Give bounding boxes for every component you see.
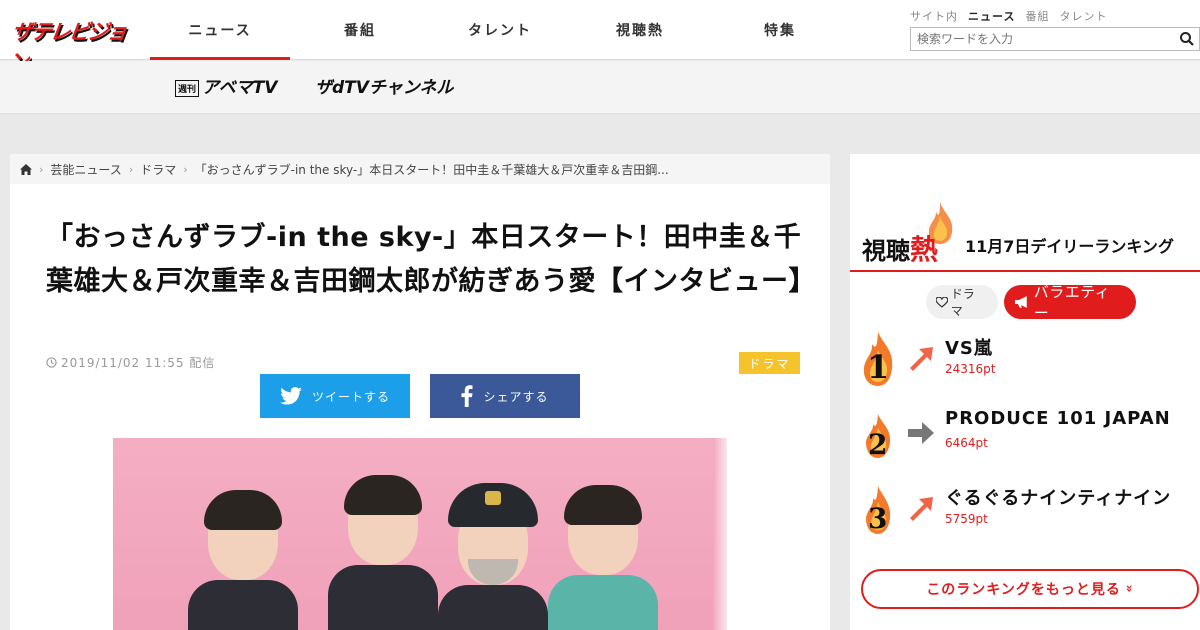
ranking-sidebar: 視聴熱 11月7日デイリーランキング ドラマ バラエティー 1 VS嵐 2431… <box>850 154 1200 630</box>
article-panel: › 芸能ニュース › ドラマ › 「おっさんずラブ-in the sky-」本日… <box>10 154 830 630</box>
chevron-right-icon: › <box>183 162 188 176</box>
scope-talent[interactable]: タレント <box>1059 8 1107 24</box>
tab-variety[interactable]: バラエティー <box>1004 283 1136 322</box>
ranking-tabs: ドラマ バラエティー <box>926 283 1136 322</box>
tab-drama[interactable]: ドラマ <box>926 285 998 319</box>
scope-site[interactable]: サイト内 <box>910 8 958 24</box>
rank-program-title[interactable]: VS嵐 <box>945 334 993 360</box>
photo-person-4 <box>548 485 658 630</box>
trend-up-icon <box>910 347 933 371</box>
photo-person-1 <box>188 490 298 630</box>
article-title: 「おっさんずラブ-in the sky-」本日スタート！田中圭＆千葉雄大＆戸次重… <box>46 222 816 297</box>
see-more-label: このランキングをもっと見る <box>926 582 1121 598</box>
chevron-right-icon: › <box>39 162 44 176</box>
publish-date: 2019/11/02 11:55 配信 <box>46 354 215 371</box>
breadcrumb: › 芸能ニュース › ドラマ › 「おっさんずラブ-in the sky-」本日… <box>10 154 830 184</box>
ranking-logo[interactable]: 視聴熱 <box>862 228 938 268</box>
breadcrumb-drama[interactable]: ドラマ <box>140 161 176 178</box>
rank-points: 24316pt <box>945 362 996 376</box>
ranking-item[interactable]: 2 PRODUCE 101 JAPAN 6464pt <box>858 404 1198 464</box>
search-input[interactable] <box>911 28 1171 50</box>
photo-person-2 <box>328 475 438 630</box>
logo-prefix: 視聴 <box>862 237 910 265</box>
home-icon[interactable] <box>20 163 32 175</box>
article-main-photo[interactable] <box>113 438 727 630</box>
dtv-channel-link[interactable]: ザdTVチャンネル <box>315 73 453 98</box>
logo-hot: 熱 <box>910 233 939 266</box>
rank-number-badge: 2 <box>858 404 898 464</box>
ranking-item[interactable]: 3 ぐるぐるナインティナイン 5759pt <box>858 480 1198 540</box>
tweet-button[interactable]: ツイートする <box>260 374 410 418</box>
facebook-icon <box>461 385 473 407</box>
tweet-label: ツイートする <box>311 389 390 404</box>
nav-viewing-heat[interactable]: 視聴熱 <box>570 0 710 60</box>
twitter-bird-icon <box>280 387 302 405</box>
clock-icon <box>46 357 57 368</box>
see-more-ranking-button[interactable]: このランキングをもっと見る » <box>861 569 1199 609</box>
trend-flat-icon <box>908 422 934 444</box>
breadcrumb-entertainment-news[interactable]: 芸能ニュース <box>50 161 121 178</box>
partner-links-bar: 週刊 アベマTV ザdTVチャンネル <box>0 61 1200 114</box>
scope-news[interactable]: ニュース <box>968 8 1015 24</box>
tab-drama-label: ドラマ <box>950 287 975 318</box>
search-icon[interactable] <box>1179 31 1195 47</box>
chevron-right-icon: › <box>128 162 134 176</box>
nav-news[interactable]: ニュース <box>150 0 290 60</box>
search-box <box>910 27 1200 51</box>
abema-tv-link[interactable]: 週刊 アベマTV <box>175 73 277 98</box>
abema-label: アベマTV <box>202 78 278 98</box>
rank-number: 1 <box>867 348 890 386</box>
heart-icon <box>936 296 948 308</box>
rank-points: 6464pt <box>945 436 988 450</box>
category-badge[interactable]: ドラマ <box>739 352 800 374</box>
ranking-header: 視聴熱 11月7日デイリーランキング <box>850 202 1200 272</box>
tab-variety-label: バラエティー <box>1033 283 1111 322</box>
main-nav: ニュース 番組 タレント 視聴熱 特集 <box>150 0 850 60</box>
scope-programs[interactable]: 番組 <box>1025 8 1049 24</box>
ranking-date-label: 11月7日デイリーランキング <box>965 237 1174 256</box>
search-scope-options: サイト内 ニュース 番組 タレント <box>910 8 1107 24</box>
trend-up-icon <box>910 497 933 521</box>
rank-number-badge: 3 <box>858 480 898 540</box>
rank-number: 3 <box>868 502 888 535</box>
facebook-share-button[interactable]: シェアする <box>430 374 580 418</box>
breadcrumb-current: 「おっさんずラブ-in the sky-」本日スタート！田中圭＆千葉雄大＆戸次重… <box>194 162 669 177</box>
site-header: ザテレビジョン ニュース 番組 タレント 視聴熱 特集 サイト内 ニュース 番組… <box>0 0 1200 74</box>
rank-program-title[interactable]: ぐるぐるナインティナイン <box>945 484 1171 510</box>
megaphone-icon <box>1014 296 1027 308</box>
publish-date-text: 2019/11/02 11:55 配信 <box>61 356 216 370</box>
double-chevron-down-icon: » <box>1122 584 1137 594</box>
photo-person-3-pilot <box>438 483 548 630</box>
site-logo[interactable]: ザテレビジョン <box>6 12 128 74</box>
nav-talent[interactable]: タレント <box>430 0 570 60</box>
rank-points: 5759pt <box>945 512 988 526</box>
rank-program-title[interactable]: PRODUCE 101 JAPAN <box>945 408 1171 429</box>
dtv-label: ザdTVチャンネル <box>315 78 454 98</box>
share-label: シェアする <box>483 389 549 404</box>
ranking-item[interactable]: 1 VS嵐 24316pt <box>858 330 1198 390</box>
photo-backdrop-edge <box>713 438 727 630</box>
nav-features[interactable]: 特集 <box>710 0 850 60</box>
rank-number: 2 <box>868 428 888 461</box>
abema-weekly-tag: 週刊 <box>175 79 200 97</box>
rank-number-badge: 1 <box>858 330 898 390</box>
nav-programs[interactable]: 番組 <box>290 0 430 60</box>
